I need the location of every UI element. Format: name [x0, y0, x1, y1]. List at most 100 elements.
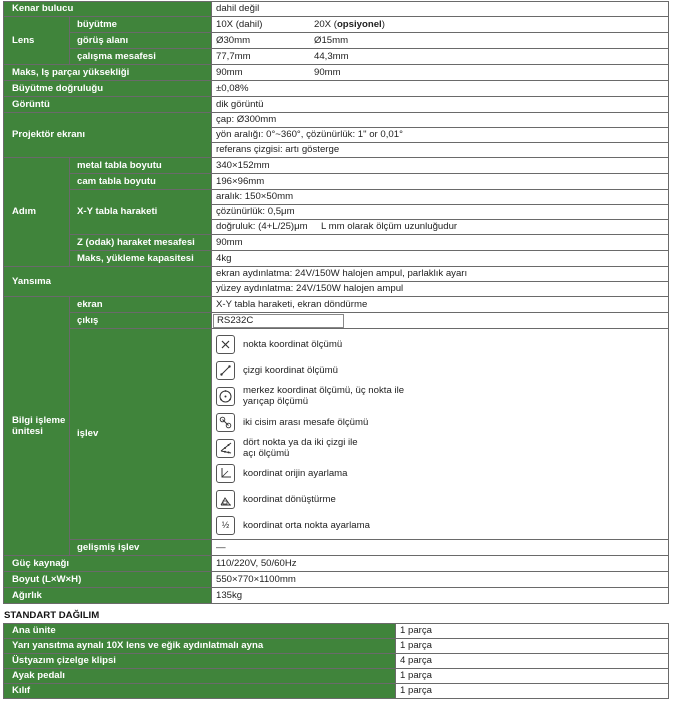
- label-kenar-bulucu: Kenar bulucu: [3, 1, 212, 17]
- row-adim-metal: Adım metal tabla boyutu 340×152mm: [3, 157, 669, 267]
- standart-item: Kılıf: [3, 683, 396, 699]
- label-buyutme: büyütme: [69, 16, 212, 33]
- value-gorus-2: Ø15mm: [314, 34, 349, 46]
- line-icon: [216, 361, 235, 381]
- value-cikis-box: RS232C: [213, 313, 344, 328]
- standart-item: Üstyazım çizelge klipsi: [3, 653, 396, 669]
- label-gorus: görüş alanı: [69, 32, 212, 49]
- islev-text: nokta koordinat ölçümü: [243, 339, 343, 351]
- row-lens-calisma: çalışma mesafesi 77,7mm 44,3mm: [4, 48, 669, 65]
- label-yuk: Maks, yükleme kapasitesi: [69, 250, 212, 267]
- standart-item: Ana ünite: [3, 623, 396, 639]
- islev-item: koordinat orijin ayarlama: [216, 461, 668, 487]
- value-dogruluk: ±0,08%: [211, 80, 669, 97]
- value-calisma-2: 44,3mm: [314, 50, 349, 62]
- label-bilgi: Bilgi işleme ünitesi: [3, 296, 70, 556]
- label-xy: X-Y tabla haraketi: [69, 189, 212, 235]
- standart-qty: 1 parça: [395, 668, 669, 684]
- value-projektor-2: yön aralığı: 0°~360°, çözünürlük: 1" or …: [211, 127, 669, 143]
- row-goruntu: Görüntü dik görüntü: [3, 96, 669, 113]
- value-projektor-3: referans çizgisi: artı gösterge: [211, 142, 669, 158]
- value-gelismis: —: [211, 539, 669, 556]
- label-guc: Güç kaynağı: [3, 555, 212, 572]
- standart-table: Ana ünite 1 parça Yarı yansıtma aynalı 1…: [3, 623, 669, 699]
- standart-row: Ayak pedalı 1 parça: [3, 668, 669, 684]
- row-lens-gorus: görüş alanı Ø30mm Ø15mm: [4, 32, 669, 49]
- value-buyutme-1: 10X (dahil): [216, 18, 263, 30]
- islev-item: koordinat dönüştürme: [216, 487, 668, 513]
- angle-icon: [216, 438, 235, 458]
- label-dogruluk: Büyütme doğruluğu: [3, 80, 212, 97]
- label-z: Z (odak) haraket mesafesi: [69, 234, 212, 251]
- standart-qty: 1 parça: [395, 638, 669, 654]
- value-calisma-1: 77,7mm: [216, 50, 251, 62]
- label-boyut: Boyut (L×W×H): [3, 571, 212, 588]
- label-gelismis: gelişmiş işlev: [69, 539, 212, 556]
- label-goruntu: Görüntü: [3, 96, 212, 113]
- circle-center-icon: [216, 386, 235, 406]
- islev-list: nokta koordinat ölçümü çizgi koordinat ö…: [211, 328, 669, 540]
- label-maks-yukseklik: Maks, Iş parçaı yüksekliği: [3, 64, 212, 81]
- islev-item: çizgi koordinat ölçümü: [216, 358, 668, 384]
- standart-row: Üstyazım çizelge klipsi 4 parça: [3, 653, 669, 669]
- value-z: 90mm: [211, 234, 669, 251]
- row-yansima-1: Yansıma ekran aydınlatma: 24V/150W haloj…: [3, 266, 669, 297]
- value-cikis: RS232C: [211, 312, 669, 329]
- origin-icon: [216, 464, 235, 484]
- islev-item: dört nokta ya da iki çizgi ile açı ölçüm…: [216, 435, 668, 461]
- row-bilgi-gelismis: gelişmiş işlev —: [4, 539, 669, 556]
- value-xy-1: aralık: 150×50mm: [211, 189, 669, 205]
- row-agirlik: Ağırlık 135kg: [3, 587, 669, 604]
- row-bilgi-ekran: Bilgi işleme ünitesi ekran X-Y tabla har…: [3, 296, 669, 556]
- label-projektor: Projektör ekranı: [3, 112, 212, 158]
- value-projektor-1: çap: Ø300mm: [211, 112, 669, 128]
- standart-row: Kılıf 1 parça: [3, 683, 669, 699]
- distance-icon: [216, 412, 235, 432]
- row-adim-yuk: Maks, yükleme kapasitesi 4kg: [4, 250, 669, 267]
- row-adim-cam: cam tabla boyutu 196×96mm: [4, 173, 669, 190]
- row-adim-xy-1: X-Y tabla haraketi aralık: 150×50mm: [4, 189, 669, 235]
- row-lens-buyutme: Lens büyütme 10X (dahil) 20X (opsiyonel): [3, 16, 669, 65]
- islev-item: nokta koordinat ölçümü: [216, 332, 668, 358]
- row-guc: Güç kaynağı 110/220V, 50/60Hz: [3, 555, 669, 572]
- standart-row: Yarı yansıtma aynalı 10X lens ve eğik ay…: [3, 638, 669, 654]
- islev-item: iki cisim arası mesafe ölçümü: [216, 409, 668, 435]
- row-maks-yukseklik: Maks, Iş parçaı yüksekliği 90mm 90mm: [3, 64, 669, 81]
- islev-item: ½ koordinat orta nokta ayarlama: [216, 513, 668, 539]
- standart-item: Yarı yansıtma aynalı 10X lens ve eğik ay…: [3, 638, 396, 654]
- label-cam: cam tabla boyutu: [69, 173, 212, 190]
- islev-text: çizgi koordinat ölçümü: [243, 365, 338, 377]
- label-islev: işlev: [69, 328, 212, 540]
- row-dogruluk: Büyütme doğruluğu ±0,08%: [3, 80, 669, 97]
- label-adim: Adım: [3, 157, 70, 267]
- value-yansima-2: yüzey aydınlatma: 24V/150W halojen ampul: [211, 281, 669, 297]
- value-maks-yukseklik-1: 90mm: [216, 66, 243, 78]
- value-cam: 196×96mm: [211, 173, 669, 190]
- value-buyutme-2c: ): [381, 18, 385, 30]
- value-kenar-bulucu: dahil değil: [211, 1, 669, 17]
- label-agirlik: Ağırlık: [3, 587, 212, 604]
- value-calisma: 77,7mm 44,3mm: [211, 48, 669, 65]
- standart-row: Ana ünite 1 parça: [3, 623, 669, 639]
- standart-qty: 4 parça: [395, 653, 669, 669]
- label-cikis: çıkış: [69, 312, 212, 329]
- row-adim-z: Z (odak) haraket mesafesi 90mm: [4, 234, 669, 251]
- standart-qty: 1 parça: [395, 623, 669, 639]
- value-maks-yukseklik-2: 90mm: [314, 66, 341, 78]
- islev-text: merkez koordinat ölçümü, üç nokta ile ya…: [243, 385, 405, 408]
- half-icon: ½: [216, 515, 235, 535]
- row-projektor-1: Projektör ekranı çap: Ø300mm: [3, 112, 669, 158]
- islev-text: koordinat orta nokta ayarlama: [243, 519, 370, 531]
- transform-icon: [216, 490, 235, 510]
- label-metal: metal tabla boyutu: [69, 157, 212, 174]
- cross-point-icon: [216, 335, 235, 355]
- value-gorus: Ø30mm Ø15mm: [211, 32, 669, 49]
- islev-text: iki cisim arası mesafe ölçümü: [243, 416, 369, 428]
- row-kenar-bulucu: Kenar bulucu dahil değil: [3, 1, 669, 17]
- value-agirlik: 135kg: [211, 587, 669, 604]
- standart-title: STANDART DAĞILIM: [4, 610, 100, 621]
- islev-text: koordinat orijin ayarlama: [243, 468, 348, 480]
- value-xy-2: çözünürlük: 0,5μm: [211, 204, 669, 220]
- value-yuk: 4kg: [211, 250, 669, 267]
- islev-item: merkez koordinat ölçümü, üç nokta ile ya…: [216, 384, 668, 410]
